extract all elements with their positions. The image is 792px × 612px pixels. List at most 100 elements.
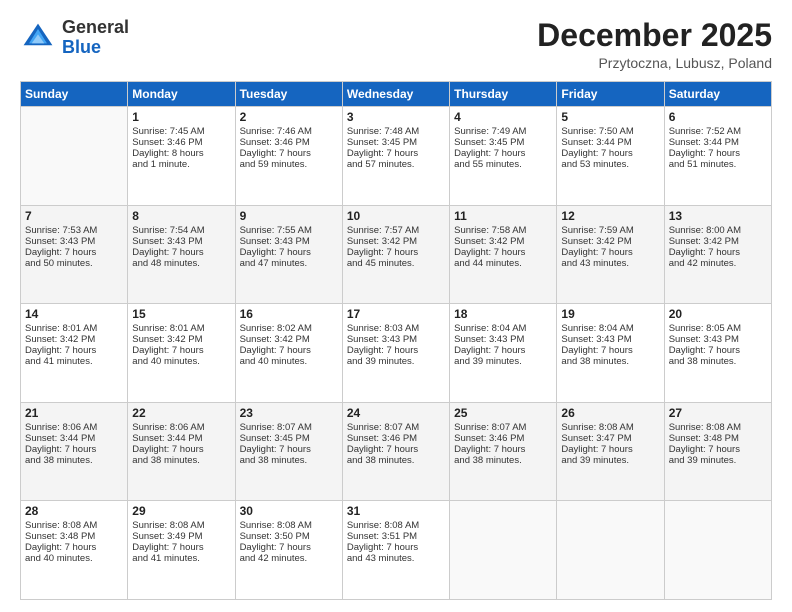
day-number: 15 bbox=[132, 307, 230, 321]
day-info: and 40 minutes. bbox=[25, 553, 123, 564]
calendar-week-2: 7Sunrise: 7:53 AMSunset: 3:43 PMDaylight… bbox=[21, 205, 772, 304]
day-info: and 39 minutes. bbox=[454, 356, 552, 367]
calendar-cell: 15Sunrise: 8:01 AMSunset: 3:42 PMDayligh… bbox=[128, 304, 235, 403]
calendar-cell: 3Sunrise: 7:48 AMSunset: 3:45 PMDaylight… bbox=[342, 107, 449, 206]
day-info: Sunrise: 8:05 AM bbox=[669, 323, 767, 334]
calendar-week-5: 28Sunrise: 8:08 AMSunset: 3:48 PMDayligh… bbox=[21, 501, 772, 600]
day-number: 30 bbox=[240, 504, 338, 518]
day-number: 7 bbox=[25, 209, 123, 223]
day-number: 17 bbox=[347, 307, 445, 321]
day-info: Sunrise: 8:00 AM bbox=[669, 225, 767, 236]
day-info: and 57 minutes. bbox=[347, 159, 445, 170]
day-info: Sunset: 3:46 PM bbox=[347, 433, 445, 444]
calendar-cell: 17Sunrise: 8:03 AMSunset: 3:43 PMDayligh… bbox=[342, 304, 449, 403]
day-info: Sunrise: 8:08 AM bbox=[347, 520, 445, 531]
location: Przytoczna, Lubusz, Poland bbox=[537, 55, 772, 71]
day-info: Sunset: 3:42 PM bbox=[25, 334, 123, 345]
day-info: and 41 minutes. bbox=[132, 553, 230, 564]
calendar-header-row: SundayMondayTuesdayWednesdayThursdayFrid… bbox=[21, 82, 772, 107]
calendar-cell: 20Sunrise: 8:05 AMSunset: 3:43 PMDayligh… bbox=[664, 304, 771, 403]
day-info: Daylight: 7 hours bbox=[669, 247, 767, 258]
day-number: 10 bbox=[347, 209, 445, 223]
day-number: 14 bbox=[25, 307, 123, 321]
calendar-cell: 27Sunrise: 8:08 AMSunset: 3:48 PMDayligh… bbox=[664, 402, 771, 501]
logo-general: General bbox=[62, 17, 129, 37]
day-info: Sunset: 3:44 PM bbox=[561, 137, 659, 148]
logo-icon bbox=[20, 20, 56, 56]
day-info: and 44 minutes. bbox=[454, 258, 552, 269]
day-info: Sunrise: 7:46 AM bbox=[240, 126, 338, 137]
day-info: Sunrise: 7:54 AM bbox=[132, 225, 230, 236]
day-info: and 53 minutes. bbox=[561, 159, 659, 170]
day-info: Daylight: 7 hours bbox=[561, 148, 659, 159]
day-info: Daylight: 7 hours bbox=[561, 247, 659, 258]
day-number: 21 bbox=[25, 406, 123, 420]
calendar-cell bbox=[21, 107, 128, 206]
calendar-cell: 23Sunrise: 8:07 AMSunset: 3:45 PMDayligh… bbox=[235, 402, 342, 501]
day-info: Sunset: 3:43 PM bbox=[561, 334, 659, 345]
day-info: Sunrise: 7:50 AM bbox=[561, 126, 659, 137]
day-info: Daylight: 7 hours bbox=[240, 444, 338, 455]
day-info: Sunrise: 8:03 AM bbox=[347, 323, 445, 334]
day-number: 16 bbox=[240, 307, 338, 321]
day-info: Sunset: 3:42 PM bbox=[132, 334, 230, 345]
day-number: 8 bbox=[132, 209, 230, 223]
logo: General Blue bbox=[20, 18, 129, 58]
day-info: Sunrise: 8:07 AM bbox=[347, 422, 445, 433]
day-info: and 38 minutes. bbox=[25, 455, 123, 466]
day-info: Sunset: 3:42 PM bbox=[454, 236, 552, 247]
day-info: and 40 minutes. bbox=[132, 356, 230, 367]
day-info: Daylight: 7 hours bbox=[132, 247, 230, 258]
day-info: and 59 minutes. bbox=[240, 159, 338, 170]
day-info: and 47 minutes. bbox=[240, 258, 338, 269]
calendar-cell: 13Sunrise: 8:00 AMSunset: 3:42 PMDayligh… bbox=[664, 205, 771, 304]
day-info: Sunrise: 8:08 AM bbox=[669, 422, 767, 433]
calendar-cell: 11Sunrise: 7:58 AMSunset: 3:42 PMDayligh… bbox=[450, 205, 557, 304]
day-info: Daylight: 7 hours bbox=[347, 148, 445, 159]
day-info: Daylight: 7 hours bbox=[347, 247, 445, 258]
calendar-header-sunday: Sunday bbox=[21, 82, 128, 107]
calendar-cell bbox=[450, 501, 557, 600]
day-info: and 39 minutes. bbox=[669, 455, 767, 466]
day-info: Daylight: 7 hours bbox=[132, 444, 230, 455]
day-info: and 51 minutes. bbox=[669, 159, 767, 170]
day-info: Sunset: 3:44 PM bbox=[669, 137, 767, 148]
day-info: and 38 minutes. bbox=[347, 455, 445, 466]
day-info: Sunrise: 8:08 AM bbox=[561, 422, 659, 433]
calendar-header-tuesday: Tuesday bbox=[235, 82, 342, 107]
day-info: Sunrise: 8:01 AM bbox=[25, 323, 123, 334]
day-info: Sunset: 3:47 PM bbox=[561, 433, 659, 444]
day-number: 29 bbox=[132, 504, 230, 518]
day-number: 11 bbox=[454, 209, 552, 223]
day-info: Sunrise: 8:08 AM bbox=[240, 520, 338, 531]
logo-text: General Blue bbox=[62, 18, 129, 58]
day-number: 5 bbox=[561, 110, 659, 124]
calendar-cell: 9Sunrise: 7:55 AMSunset: 3:43 PMDaylight… bbox=[235, 205, 342, 304]
day-info: Daylight: 7 hours bbox=[454, 247, 552, 258]
day-info: Sunset: 3:45 PM bbox=[347, 137, 445, 148]
day-info: Sunset: 3:46 PM bbox=[454, 433, 552, 444]
calendar-header-saturday: Saturday bbox=[664, 82, 771, 107]
header: General Blue December 2025 Przytoczna, L… bbox=[20, 18, 772, 71]
calendar-table: SundayMondayTuesdayWednesdayThursdayFrid… bbox=[20, 81, 772, 600]
day-info: Daylight: 7 hours bbox=[454, 444, 552, 455]
day-info: Sunrise: 8:07 AM bbox=[240, 422, 338, 433]
calendar-cell: 5 Sunrise: 7:50 AMSunset: 3:44 PMDaylight… bbox=[557, 107, 664, 206]
day-info: Sunrise: 8:04 AM bbox=[454, 323, 552, 334]
day-info: Sunset: 3:44 PM bbox=[132, 433, 230, 444]
day-number: 4 bbox=[454, 110, 552, 124]
calendar-cell: 8Sunrise: 7:54 AMSunset: 3:43 PMDaylight… bbox=[128, 205, 235, 304]
day-info: Daylight: 7 hours bbox=[347, 542, 445, 553]
calendar-cell: 1Sunrise: 7:45 AMSunset: 3:46 PMDaylight… bbox=[128, 107, 235, 206]
day-info: Sunrise: 8:02 AM bbox=[240, 323, 338, 334]
day-number: 24 bbox=[347, 406, 445, 420]
day-info: Daylight: 7 hours bbox=[25, 345, 123, 356]
day-info: Sunset: 3:42 PM bbox=[669, 236, 767, 247]
day-info: and 38 minutes. bbox=[132, 455, 230, 466]
day-info: and 42 minutes. bbox=[240, 553, 338, 564]
month-title: December 2025 bbox=[537, 18, 772, 53]
calendar-cell: 18Sunrise: 8:04 AMSunset: 3:43 PMDayligh… bbox=[450, 304, 557, 403]
day-info: Daylight: 7 hours bbox=[240, 247, 338, 258]
day-info: and 50 minutes. bbox=[25, 258, 123, 269]
calendar-cell: 25Sunrise: 8:07 AMSunset: 3:46 PMDayligh… bbox=[450, 402, 557, 501]
